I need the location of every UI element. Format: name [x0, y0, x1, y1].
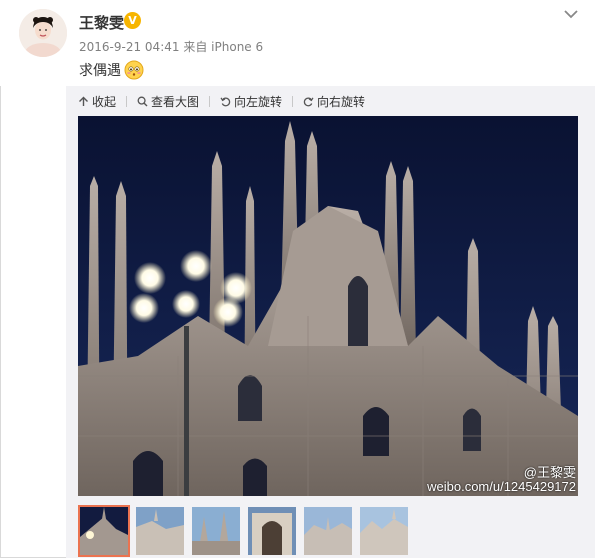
thumbnail-image [192, 507, 240, 555]
thumbnail-image [248, 507, 296, 555]
rotate-left-button[interactable]: 向左旋转 [220, 93, 292, 110]
post-header: 王黎雯 V 2016-9-21 04:41 来自 iPhone 6 求偶遇 [0, 0, 595, 86]
main-photo[interactable]: @王黎雯 weibo.com/u/1245429172 [78, 116, 578, 496]
arrow-up-icon [79, 96, 88, 106]
shy-face-emoji-icon [124, 60, 144, 80]
vip-badge-icon: V [124, 12, 141, 29]
thumbnail-image [304, 507, 352, 555]
thumbnail-strip [78, 505, 410, 557]
thumbnail-6[interactable] [358, 505, 410, 557]
thumbnail-2[interactable] [134, 505, 186, 557]
source-prefix: 来自 [183, 40, 208, 54]
thumbnail-5[interactable] [302, 505, 354, 557]
thumbnail-1[interactable] [78, 505, 130, 557]
collapse-button[interactable]: 收起 [78, 93, 126, 110]
thumbnail-image [136, 507, 184, 555]
chevron-down-icon[interactable] [563, 6, 579, 22]
toolbar-divider [126, 95, 128, 107]
rotate-right-label: 向右旋转 [317, 94, 366, 109]
photo-watermark: @王黎雯 weibo.com/u/1245429172 [427, 466, 576, 494]
watermark-url: weibo.com/u/1245429172 [427, 479, 576, 494]
watermark-user: @王黎雯 [523, 465, 576, 480]
thumbnail-image [80, 507, 128, 555]
rotate-left-icon [220, 96, 231, 106]
thumbnail-3[interactable] [190, 505, 242, 557]
thumbnail-image [360, 507, 408, 555]
post-device[interactable]: iPhone 6 [211, 40, 263, 54]
rotate-right-icon [303, 96, 314, 106]
toolbar-divider [209, 95, 211, 107]
rotate-right-button[interactable]: 向右旋转 [303, 93, 375, 110]
view-large-label: 查看大图 [151, 94, 200, 109]
search-icon [137, 96, 148, 106]
thumbnail-4[interactable] [246, 505, 298, 557]
post-meta: 2016-9-21 04:41 来自 iPhone 6 [79, 38, 263, 55]
collapse-label: 收起 [92, 94, 117, 109]
post-text: 求偶遇 [79, 60, 144, 80]
post-text-content: 求偶遇 [79, 63, 121, 79]
toolbar-divider [292, 95, 294, 107]
cathedral-photo [78, 116, 578, 496]
username[interactable]: 王黎雯 [79, 12, 124, 33]
media-toolbar: 收起 查看大图 向左旋转 向右旋转 [78, 92, 375, 110]
post-timestamp[interactable]: 2016-9-21 04:41 [79, 40, 180, 54]
view-large-button[interactable]: 查看大图 [137, 93, 209, 110]
avatar[interactable] [19, 9, 67, 57]
rotate-left-label: 向左旋转 [234, 94, 283, 109]
